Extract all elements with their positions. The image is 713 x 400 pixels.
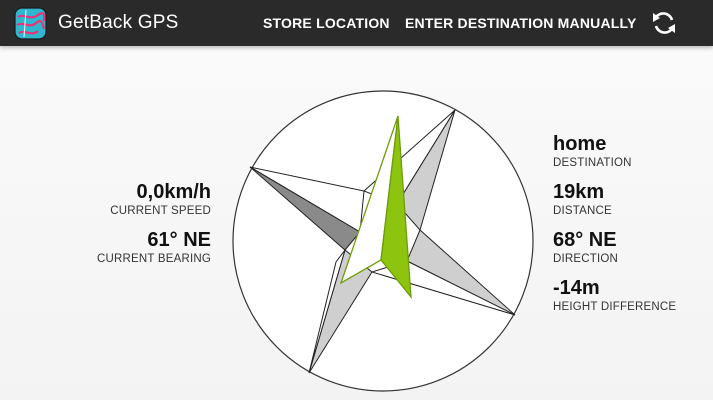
- enter-destination-manually-button[interactable]: ENTER DESTINATION MANUALLY: [405, 15, 637, 31]
- current-bearing-value: 61° NE: [147, 229, 211, 251]
- height-difference: -14m HEIGHT DIFFERENCE: [553, 277, 676, 313]
- app-title: GetBack GPS: [58, 12, 179, 33]
- direction-value: 68° NE: [553, 229, 617, 251]
- store-location-button[interactable]: STORE LOCATION: [263, 15, 390, 31]
- current-speed: 0,0km/h CURRENT SPEED: [110, 181, 211, 217]
- direction: 68° NE DIRECTION: [553, 229, 618, 265]
- height-difference-label: HEIGHT DIFFERENCE: [553, 301, 677, 313]
- height-difference-value: -14m: [553, 277, 600, 299]
- current-speed-label: CURRENT SPEED: [110, 205, 211, 217]
- refresh-icon[interactable]: [650, 9, 678, 37]
- current-bearing-label: CURRENT BEARING: [97, 253, 211, 265]
- distance: 19km DISTANCE: [553, 181, 612, 217]
- compass: [232, 90, 534, 392]
- direction-label: DIRECTION: [553, 253, 619, 265]
- destination: home DESTINATION: [553, 133, 632, 169]
- app-bar: GetBack GPS STORE LOCATION ENTER DESTINA…: [0, 0, 713, 46]
- current-speed-value: 0,0km/h: [136, 181, 211, 203]
- distance-label: DISTANCE: [553, 205, 612, 217]
- app-logo-icon[interactable]: [14, 7, 47, 40]
- destination-value: home: [553, 133, 607, 155]
- distance-value: 19km: [553, 181, 605, 203]
- destination-label: DESTINATION: [553, 157, 632, 169]
- current-bearing: 61° NE CURRENT BEARING: [97, 229, 211, 265]
